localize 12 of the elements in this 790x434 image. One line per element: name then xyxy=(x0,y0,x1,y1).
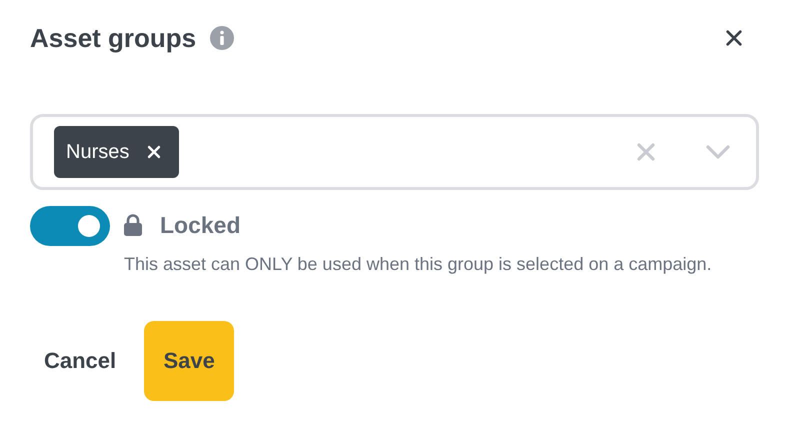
dialog-title: Asset groups xyxy=(30,22,196,54)
group-select-field[interactable]: Nurses xyxy=(30,114,759,190)
save-button[interactable]: Save xyxy=(144,321,234,401)
info-icon[interactable] xyxy=(210,26,234,50)
lock-label: Locked xyxy=(160,212,241,238)
lock-description: This asset can ONLY be used when this group is selected on a campaign. xyxy=(124,253,713,276)
chip-label: Nurses xyxy=(66,140,130,164)
close-icon[interactable] xyxy=(725,29,743,47)
lock-icon xyxy=(124,214,142,236)
cancel-button[interactable]: Cancel xyxy=(44,348,116,374)
remove-chip-icon[interactable] xyxy=(147,145,162,159)
lock-toggle[interactable] xyxy=(30,206,110,246)
